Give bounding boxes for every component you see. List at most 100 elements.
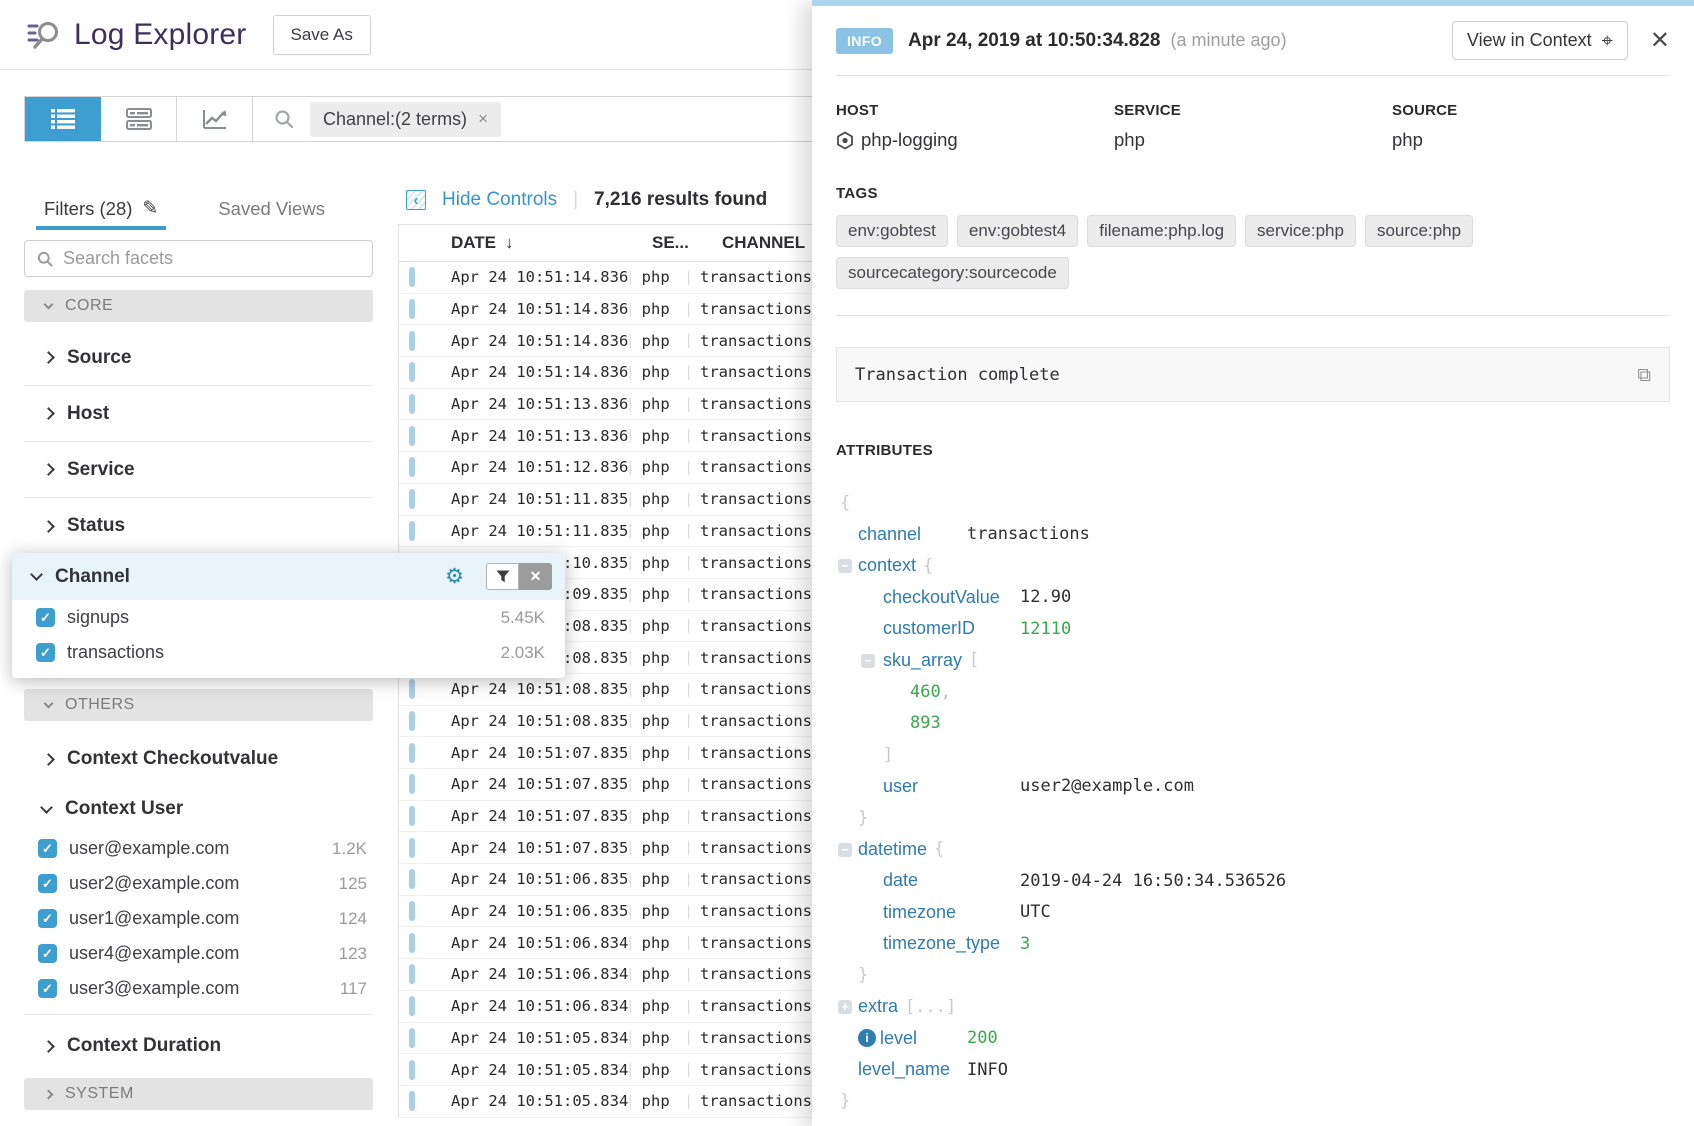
- facet-row[interactable]: Host: [24, 386, 373, 442]
- log-row[interactable]: Apr 24 10:51:07.835 | php | transactions: [399, 737, 812, 769]
- tab-filters[interactable]: Filters (28) ✎: [36, 197, 166, 230]
- collapse-toggle-icon[interactable]: [838, 1000, 852, 1014]
- checkbox-checked[interactable]: ✓: [36, 643, 55, 662]
- log-row[interactable]: Apr 24 10:51:14.836 | php | transactions: [399, 357, 812, 389]
- log-row[interactable]: Apr 24 10:51:14.836 | php | transactions: [399, 262, 812, 294]
- tag-pill[interactable]: filename:php.log: [1087, 215, 1236, 247]
- attribute-key[interactable]: user: [883, 776, 1020, 797]
- log-row[interactable]: Apr 24 10:51:05.834 | php | transactions: [399, 1086, 812, 1118]
- log-row[interactable]: Apr 24 10:51:08.835 | php | transactions: [399, 674, 812, 706]
- collapse-toggle-icon[interactable]: [838, 559, 852, 573]
- log-row[interactable]: Apr 24 10:51:06.835 | php | transactions: [399, 896, 812, 928]
- attribute-key[interactable]: timezone_type: [883, 933, 1020, 954]
- close-panel-icon[interactable]: ✕: [1650, 29, 1670, 53]
- facet-option-row[interactable]: ✓ user2@example.com 125: [24, 866, 373, 901]
- log-row[interactable]: Apr 24 10:51:06.834 | php | transactions: [399, 927, 812, 959]
- tag-pill[interactable]: sourcecategory:sourcecode: [836, 257, 1069, 289]
- gear-icon[interactable]: ⚙: [445, 566, 464, 587]
- attribute-key[interactable]: checkoutValue: [883, 587, 1020, 608]
- facet-option-row[interactable]: ✓ user1@example.com 124: [24, 901, 373, 936]
- log-row[interactable]: Apr 24 10:51:06.834 | php | transactions: [399, 959, 812, 991]
- facet-row[interactable]: Status: [24, 498, 373, 554]
- collapse-toggle-icon[interactable]: [861, 654, 875, 668]
- column-header-service[interactable]: SE...: [652, 233, 722, 253]
- log-row[interactable]: Apr 24 10:51:06.834 | php | transactions: [399, 991, 812, 1023]
- attribute-key[interactable]: sku_array: [883, 650, 962, 671]
- log-row[interactable]: Apr 24 10:51:14.836 | php | transactions: [399, 294, 812, 326]
- attribute-key[interactable]: level_name: [858, 1059, 967, 1080]
- log-row[interactable]: Apr 24 10:51:11.835 | php | transactions: [399, 516, 812, 548]
- collapse-toggle-icon[interactable]: [838, 843, 852, 857]
- facet-row[interactable]: Service: [24, 442, 373, 498]
- log-row[interactable]: Apr 24 10:51:13.836 | php | transactions: [399, 420, 812, 452]
- checkbox-checked[interactable]: ✓: [36, 608, 55, 627]
- column-header-channel[interactable]: CHANNEL: [722, 233, 805, 253]
- remove-token-icon[interactable]: ×: [478, 109, 488, 129]
- detail-view-button[interactable]: [101, 97, 177, 141]
- log-row[interactable]: Apr 24 10:51:12.836 | php | transactions: [399, 452, 812, 484]
- tag-pill[interactable]: service:php: [1245, 215, 1356, 247]
- filter-funnel-button[interactable]: [486, 563, 519, 590]
- column-header-date[interactable]: DATE ↓: [451, 233, 652, 253]
- checkbox-checked[interactable]: ✓: [38, 874, 57, 893]
- edit-filters-icon[interactable]: ✎: [142, 197, 158, 220]
- tag-pill[interactable]: env:gobtest: [836, 215, 948, 247]
- list-view-button[interactable]: [25, 97, 101, 141]
- status-info-bar: [409, 521, 415, 541]
- attribute-key[interactable]: customerID: [883, 618, 1020, 639]
- log-row[interactable]: Apr 24 10:51:07.835 | php | transactions: [399, 801, 812, 833]
- info-icon[interactable]: i: [858, 1029, 876, 1047]
- log-row[interactable]: Apr 24 10:51:13.836 | php | transactions: [399, 389, 812, 421]
- attribute-key[interactable]: timezone: [883, 902, 1020, 923]
- attribute-key[interactable]: datetime: [858, 839, 927, 860]
- log-row[interactable]: Apr 24 10:51:08.835 | php | transactions: [399, 706, 812, 738]
- tab-saved-views[interactable]: Saved Views: [210, 198, 333, 230]
- log-row[interactable]: Apr 24 10:51:06.835 | php | transactions: [399, 864, 812, 896]
- graph-view-button[interactable]: [177, 97, 253, 141]
- attribute-key[interactable]: extra: [858, 996, 898, 1017]
- facet-option-row[interactable]: ✓ user4@example.com 123: [24, 936, 373, 971]
- section-others[interactable]: OTHERS: [24, 689, 373, 721]
- checkbox-checked[interactable]: ✓: [38, 909, 57, 928]
- section-system[interactable]: SYSTEM: [24, 1078, 373, 1110]
- tag-pill[interactable]: source:php: [1365, 215, 1473, 247]
- hide-controls-icon[interactable]: ‹: [406, 190, 426, 210]
- facet-option-row[interactable]: ✓ transactions 2.03K: [12, 635, 565, 670]
- attribute-key[interactable]: level: [880, 1028, 967, 1049]
- search-facets-input[interactable]: [63, 248, 343, 269]
- log-row[interactable]: Apr 24 10:51:14.836 | php | transactions: [399, 325, 812, 357]
- checkbox-checked[interactable]: ✓: [38, 979, 57, 998]
- log-row[interactable]: Apr 24 10:51:07.835 | php | transactions: [399, 832, 812, 864]
- copy-icon[interactable]: ⧉: [1637, 364, 1651, 386]
- facet-search[interactable]: [24, 240, 373, 277]
- facet-row[interactable]: Source: [24, 330, 373, 386]
- checkbox-checked[interactable]: ✓: [38, 944, 57, 963]
- facet-header[interactable]: Context User: [24, 787, 373, 831]
- facet-option-row[interactable]: ✓ user@example.com 1.2K: [24, 831, 373, 866]
- log-date: Apr 24 10:51:06.834: [451, 965, 628, 983]
- cell-separator: |: [687, 744, 700, 761]
- facet-option-row[interactable]: ✓ user3@example.com 117: [24, 971, 373, 1006]
- clear-filter-button[interactable]: ✕: [519, 563, 552, 590]
- section-core[interactable]: CORE: [24, 290, 373, 322]
- channel-popup-header[interactable]: Channel ⚙ ✕: [12, 553, 565, 600]
- facet-option-row[interactable]: ✓ signups 5.45K: [12, 600, 565, 635]
- attribute-row: i checkoutValue 12.90: [838, 582, 1670, 614]
- view-in-context-button[interactable]: View in Context ⌖: [1452, 21, 1628, 60]
- save-as-button[interactable]: Save As: [273, 15, 371, 55]
- facet-row[interactable]: Context Duration: [24, 1018, 373, 1074]
- tag-pill[interactable]: env:gobtest4: [957, 215, 1078, 247]
- attribute-key[interactable]: date: [883, 870, 1020, 891]
- results-controls: ‹ Hide Controls | 7,216 results found: [398, 186, 812, 214]
- attribute-key[interactable]: channel: [858, 524, 967, 545]
- checkbox-checked[interactable]: ✓: [38, 839, 57, 858]
- log-row[interactable]: Apr 24 10:51:05.834 | php | transactions: [399, 1023, 812, 1055]
- attribute-key[interactable]: context: [858, 555, 916, 576]
- log-row[interactable]: Apr 24 10:51:05.834 | php | transactions: [399, 1054, 812, 1086]
- facet-row[interactable]: Context Checkoutvalue: [24, 731, 373, 787]
- log-row[interactable]: Apr 24 10:51:07.835 | php | transactions: [399, 769, 812, 801]
- search-token[interactable]: Channel:(2 terms) ×: [310, 102, 501, 137]
- hide-controls-link[interactable]: Hide Controls: [442, 189, 557, 211]
- cell-separator: |: [628, 396, 641, 413]
- log-row[interactable]: Apr 24 10:51:11.835 | php | transactions: [399, 484, 812, 516]
